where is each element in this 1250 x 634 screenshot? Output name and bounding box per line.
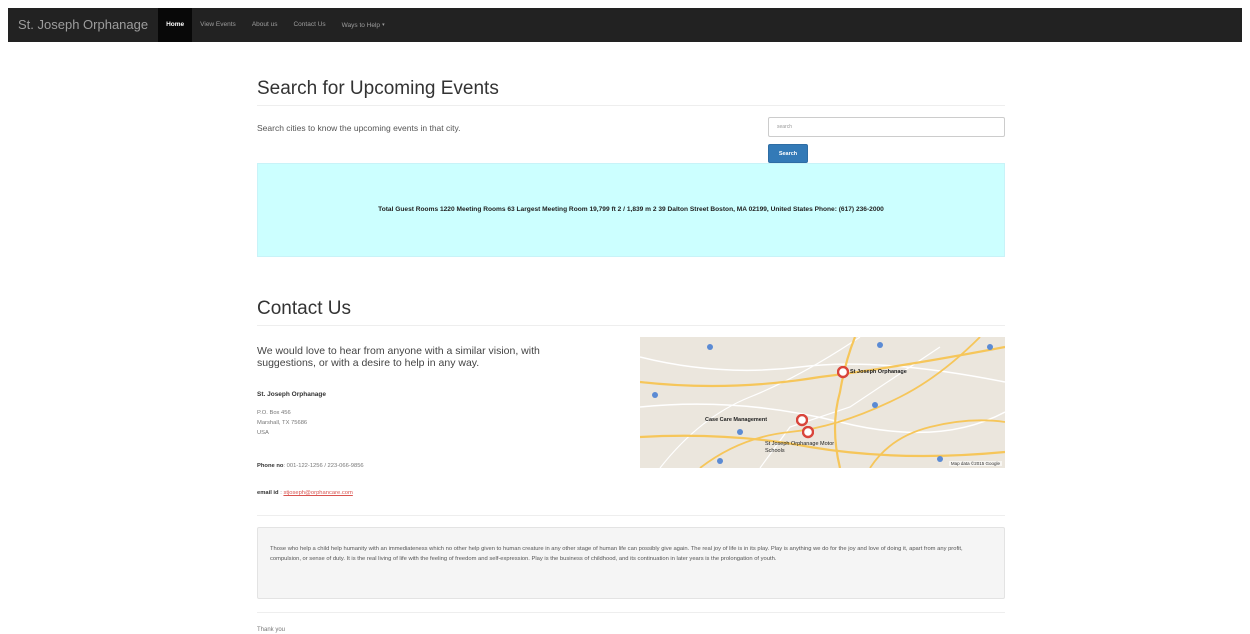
location-map[interactable]: St Joseph Orphanage Case Care Management… bbox=[640, 337, 1005, 468]
org-name: St. Joseph Orphanage bbox=[257, 391, 326, 398]
email-address: email id : stjoseph@orphancare.com bbox=[257, 490, 353, 496]
map-label: Case Care Management bbox=[705, 417, 768, 423]
map-marker-icon[interactable] bbox=[837, 366, 849, 380]
thank-you-text: Thank you bbox=[257, 627, 286, 633]
email-label: email id bbox=[257, 490, 279, 496]
search-description: Search cities to know the upcoming event… bbox=[257, 123, 461, 133]
map-label: St Joseph Orphanage bbox=[850, 369, 907, 375]
address-line: P.O. Box 456 bbox=[257, 410, 291, 416]
event-info-text: Total Guest Rooms 1220 Meeting Rooms 63 … bbox=[378, 206, 884, 213]
top-navbar: St. Joseph Orphanage Home View Events Ab… bbox=[8, 8, 1242, 42]
postal-address: P.O. Box 456 Marshall, TX 75686 USA bbox=[257, 408, 307, 438]
nav-ways-to-help[interactable]: Ways to Help ▾ bbox=[334, 8, 393, 42]
quote-divider bbox=[257, 515, 1005, 516]
map-credit: Map data ©2015 Google bbox=[948, 461, 1002, 466]
search-input[interactable] bbox=[768, 117, 1005, 137]
phone-value: : 001-122-1256 / 223-066-9856 bbox=[283, 463, 364, 469]
navbar-brand[interactable]: St. Joseph Orphanage bbox=[8, 8, 158, 42]
quote-text: Those who help a child help humanity wit… bbox=[270, 546, 963, 562]
contact-section-title: Contact Us bbox=[257, 298, 351, 319]
search-button[interactable]: Search bbox=[768, 144, 808, 163]
search-divider bbox=[257, 105, 1005, 106]
contact-divider bbox=[257, 325, 1005, 326]
event-info-box: Total Guest Rooms 1220 Meeting Rooms 63 … bbox=[257, 163, 1005, 257]
email-link[interactable]: stjoseph@orphancare.com bbox=[283, 490, 352, 496]
phone-number: Phone no: 001-122-1256 / 223-066-9856 bbox=[257, 463, 364, 469]
nav-ways-to-help-label: Ways to Help bbox=[341, 22, 381, 29]
caret-down-icon: ▾ bbox=[382, 22, 385, 28]
address-line: Marshall, TX 75686 bbox=[257, 420, 308, 426]
nav-about-us[interactable]: About us bbox=[244, 8, 286, 42]
nav-home[interactable]: Home bbox=[158, 8, 193, 42]
nav-contact-us[interactable]: Contact Us bbox=[285, 8, 333, 42]
nav-view-events[interactable]: View Events bbox=[192, 8, 244, 42]
map-marker-icon[interactable] bbox=[802, 426, 814, 440]
address-line: USA bbox=[257, 430, 269, 436]
contact-lead-text: We would love to hear from anyone with a… bbox=[257, 345, 540, 369]
map-label: St Joseph Orphanage Motor Schools bbox=[765, 441, 835, 454]
phone-label: Phone no bbox=[257, 463, 284, 469]
footer-divider bbox=[257, 612, 1005, 613]
search-section-title: Search for Upcoming Events bbox=[257, 78, 499, 99]
quote-well: Those who help a child help humanity wit… bbox=[257, 527, 1005, 599]
